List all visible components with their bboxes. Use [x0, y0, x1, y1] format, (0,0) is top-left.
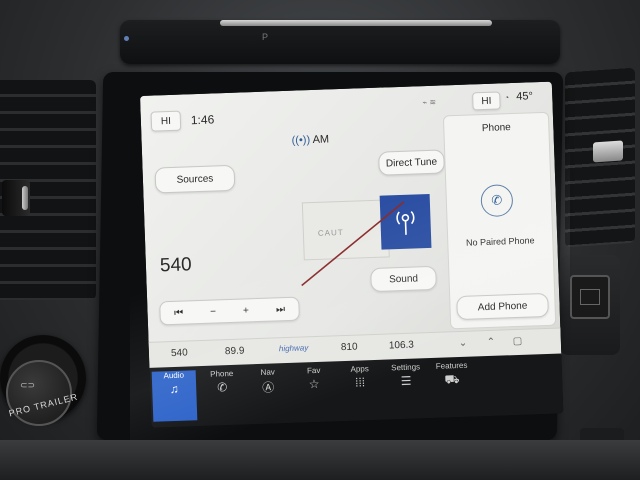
- preset-chevron-up-icon[interactable]: ⌃: [487, 337, 496, 348]
- nav-settings-label: Settings: [391, 362, 421, 373]
- phone-panel: Phone ✆ No Paired Phone Add Phone: [442, 111, 557, 330]
- nav-fav[interactable]: Fav ☆: [292, 365, 338, 417]
- seek-back-icon[interactable]: ⏮: [174, 307, 183, 318]
- direct-tune-button[interactable]: Direct Tune: [378, 149, 445, 176]
- lower-dash-panel: [0, 440, 640, 480]
- nav-apps-label: Apps: [350, 364, 369, 374]
- nav-audio-label: Audio: [163, 370, 185, 381]
- nav-phone-label: Phone: [210, 368, 234, 379]
- preset-4[interactable]: 810: [341, 342, 358, 354]
- nav-nav[interactable]: Nav Ⓐ: [246, 367, 292, 419]
- climate-right-label: HI: [481, 95, 492, 107]
- preset-2[interactable]: 89.9: [225, 346, 245, 358]
- climate-right-button[interactable]: HI: [472, 91, 501, 111]
- sound-button[interactable]: Sound: [370, 265, 437, 293]
- tuning-controls: ⏮ − + ⏭: [159, 296, 300, 326]
- phone-icon[interactable]: ✆: [480, 184, 514, 218]
- preset-5[interactable]: 106.3: [389, 340, 414, 352]
- climate-left-button[interactable]: HI: [150, 110, 182, 132]
- phone-panel-title: Phone: [481, 122, 511, 135]
- infotainment-screen: HI 1:46 ⌁ ≋ HI ◔ 45° ((•)) AM Sources Di…: [140, 81, 564, 428]
- radio-icon: ((•)): [291, 134, 311, 147]
- preset-chevron-down-icon[interactable]: ⌄: [459, 338, 468, 349]
- add-phone-label: Add Phone: [477, 300, 528, 313]
- nav-nav-label: Nav: [260, 367, 275, 377]
- tune-up-button[interactable]: +: [243, 305, 249, 316]
- band-label: AM: [312, 133, 330, 146]
- sliders-icon: ☰: [400, 373, 412, 389]
- car-icon: ⛟: [444, 372, 460, 387]
- band-indicator: ((•)) AM: [291, 133, 329, 146]
- direct-tune-label: Direct Tune: [385, 156, 438, 169]
- nav-features-label: Features: [435, 360, 468, 371]
- right-vent-tab[interactable]: [593, 140, 623, 163]
- sources-button[interactable]: Sources: [154, 164, 236, 194]
- trim-button[interactable]: P: [260, 32, 270, 44]
- nav-phone[interactable]: Phone ✆: [200, 369, 246, 421]
- trailer-icon: ⊂⊃: [20, 380, 36, 390]
- connection-icons: ⌁ ≋: [422, 97, 437, 108]
- dash-top-trim: P: [120, 20, 560, 64]
- nav-fav-label: Fav: [306, 365, 321, 376]
- left-vent-tab[interactable]: [2, 180, 30, 216]
- nav-apps[interactable]: Apps ⁞⁞⁞: [338, 364, 384, 416]
- tune-down-button[interactable]: −: [210, 306, 216, 317]
- nav-features[interactable]: Features ⛟: [429, 361, 475, 413]
- seek-forward-icon[interactable]: ⏭: [276, 304, 285, 315]
- nav-audio[interactable]: Audio ♫: [151, 370, 198, 422]
- right-air-vent: [565, 67, 635, 248]
- add-phone-button[interactable]: Add Phone: [456, 292, 549, 321]
- phone-status: No Paired Phone: [465, 235, 535, 248]
- phone-icon: ✆: [216, 380, 228, 395]
- music-note-icon: ♫: [169, 381, 179, 397]
- star-icon: ☆: [308, 376, 320, 392]
- sources-label: Sources: [176, 172, 214, 186]
- chrome-strip: [220, 20, 492, 26]
- indicator-led: [124, 36, 129, 41]
- clock: 1:46: [190, 112, 215, 128]
- audio-main-area: HI 1:46 ⌁ ≋ HI ◔ 45° ((•)) AM Sources Di…: [140, 81, 562, 369]
- outside-temperature: 45°: [516, 90, 534, 103]
- left-air-vent: [0, 80, 96, 300]
- preset-3-logo[interactable]: highway: [279, 343, 309, 353]
- grid-icon: ⁞⁞⁞: [354, 375, 366, 390]
- right-switch-panel: [560, 255, 620, 355]
- sound-label: Sound: [388, 272, 419, 285]
- wifi-icon: ◔: [504, 93, 510, 103]
- preset-1[interactable]: 540: [171, 347, 188, 359]
- preset-page-icon[interactable]: ▢: [513, 336, 523, 347]
- frequency-display: 540: [159, 254, 192, 277]
- right-switch-button[interactable]: [570, 275, 610, 319]
- nav-settings[interactable]: Settings ☰: [383, 362, 429, 414]
- climate-left-label: HI: [160, 115, 172, 127]
- navigation-icon: Ⓐ: [262, 380, 275, 395]
- pro-trailer-knob[interactable]: ⊂⊃ PRO TRAILER: [0, 330, 90, 440]
